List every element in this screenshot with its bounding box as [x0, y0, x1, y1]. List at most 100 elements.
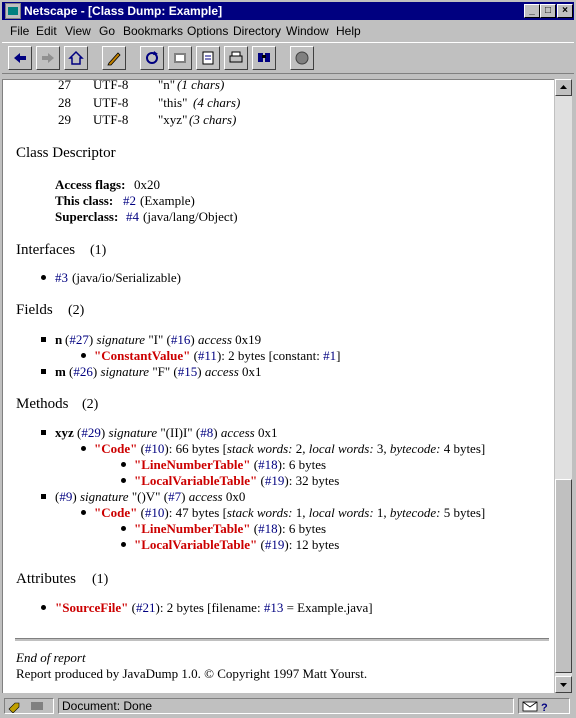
code-ref-link[interactable]: #10	[145, 441, 165, 456]
home-icon[interactable]	[64, 46, 88, 70]
methods-count: (2)	[82, 397, 99, 412]
const-chars: (4 chars)	[193, 95, 241, 110]
field-signature: "I"	[148, 332, 164, 347]
code-ref-link[interactable]: #10	[145, 505, 165, 520]
bytecode-label: bytecode:	[389, 505, 441, 520]
stack-label: stack words:	[226, 505, 293, 520]
browser-window: Netscape - [Class Dump: Example] _ □ × F…	[0, 0, 576, 718]
status-bar: Document: Done ?	[2, 697, 574, 716]
interfaces-heading: Interfaces	[16, 242, 76, 258]
signature-link[interactable]: #15	[178, 364, 198, 379]
const-chars: (3 chars)	[189, 112, 237, 127]
field-ref-link[interactable]: #27	[69, 332, 89, 347]
end-of-report: End of report	[16, 650, 86, 665]
interface-link[interactable]: #3	[55, 270, 68, 286]
signature-label: signature	[79, 489, 129, 504]
menu-file[interactable]: File	[10, 24, 29, 38]
menu-go[interactable]: Go	[99, 24, 115, 38]
lnt-bytes: : 6 bytes	[281, 457, 327, 472]
field-access: 0x1	[242, 364, 262, 379]
const-num: 28	[58, 95, 71, 110]
print-icon[interactable]	[224, 46, 248, 70]
method-signature: "()V"	[131, 489, 161, 504]
access-label: access	[188, 489, 223, 504]
menu-directory[interactable]: Directory	[233, 24, 281, 38]
field-signature: "F"	[152, 364, 171, 379]
fields-heading: Fields	[16, 302, 53, 318]
mail-icon[interactable]: ?	[518, 698, 570, 714]
const-type: UTF-8	[93, 79, 129, 92]
lvt-bytes: : 32 bytes	[288, 473, 340, 488]
lnt-ref-link[interactable]: #18	[258, 457, 278, 472]
signature-link[interactable]: #16	[171, 332, 191, 347]
menu-bookmarks[interactable]: Bookmarks	[123, 24, 183, 38]
menu-window[interactable]: Window	[286, 24, 329, 38]
menu-edit[interactable]: Edit	[36, 24, 57, 38]
toolbar	[2, 42, 574, 74]
superclass-name: (java/lang/Object)	[143, 209, 238, 224]
menu-help[interactable]: Help	[336, 24, 361, 38]
signature-link[interactable]: #7	[168, 489, 181, 504]
square-bullet	[41, 494, 46, 499]
reload-icon[interactable]	[140, 46, 164, 70]
lnt-ref-link[interactable]: #18	[258, 521, 278, 536]
const-type: UTF-8	[93, 112, 129, 127]
code-bytes: : 47 bytes [	[168, 505, 227, 520]
edit-icon[interactable]	[102, 46, 126, 70]
code-attr: "Code"	[94, 505, 138, 520]
menu-options[interactable]: Options	[187, 24, 228, 38]
method-access: 0x1	[258, 425, 278, 440]
this-class-link[interactable]: #2	[123, 193, 136, 209]
access-label: access	[204, 364, 239, 379]
localvariabletable-attr: "LocalVariableTable"	[134, 473, 258, 488]
attr-ref-link[interactable]: #11	[198, 348, 217, 363]
vertical-scrollbar[interactable]	[555, 79, 572, 693]
minimize-button[interactable]: _	[524, 4, 540, 18]
open-icon[interactable]	[196, 46, 220, 70]
close-button[interactable]: ×	[557, 4, 573, 18]
scroll-down-button[interactable]	[555, 676, 572, 693]
lvt-ref-link[interactable]: #19	[265, 473, 285, 488]
netscape-icon[interactable]	[5, 3, 21, 19]
bullet	[121, 526, 126, 531]
attr-ref-link[interactable]: #21	[136, 600, 156, 615]
signature-label: signature	[100, 364, 150, 379]
bullet	[121, 542, 126, 547]
filename-link[interactable]: #13	[264, 600, 284, 615]
maximize-button[interactable]: □	[540, 4, 556, 18]
back-icon[interactable]	[8, 46, 32, 70]
method-ref-link[interactable]: #9	[59, 489, 72, 504]
lvt-bytes: : 12 bytes	[288, 537, 340, 552]
localvariabletable-attr: "LocalVariableTable"	[134, 537, 258, 552]
interface-name: (java/io/Serializable)	[72, 270, 182, 285]
forward-icon[interactable]	[36, 46, 60, 70]
fields-count: (2)	[68, 303, 85, 318]
class-descriptor-heading: Class Descriptor	[16, 145, 116, 161]
attributes-count: (1)	[92, 572, 109, 587]
images-icon[interactable]	[168, 46, 192, 70]
stack-value: 2,	[295, 441, 306, 456]
const-value: "this"	[158, 95, 188, 110]
scroll-up-button[interactable]	[555, 79, 572, 96]
find-icon[interactable]	[252, 46, 276, 70]
stack-value: 1,	[295, 505, 306, 520]
const-value: "n"	[158, 79, 176, 92]
interfaces-count: (1)	[90, 243, 107, 258]
lvt-ref-link[interactable]: #19	[265, 537, 285, 552]
square-bullet	[41, 430, 46, 435]
scroll-thumb[interactable]	[555, 479, 572, 673]
superclass-link[interactable]: #4	[126, 209, 139, 225]
method-ref-link[interactable]: #29	[81, 425, 101, 440]
stack-label: stack words:	[226, 441, 293, 456]
stop-icon[interactable]	[290, 46, 314, 70]
const-chars: (1 chars)	[177, 79, 225, 92]
field-ref-link[interactable]: #26	[73, 364, 93, 379]
signature-link[interactable]: #8	[200, 425, 213, 440]
bullet	[41, 605, 46, 610]
menu-view[interactable]: View	[65, 24, 91, 38]
security-key-icon[interactable]	[4, 698, 54, 714]
field-name: n	[55, 332, 63, 347]
attr-end: = Example.java]	[286, 600, 373, 615]
const-num: 29	[58, 112, 71, 127]
constant-link[interactable]: #1	[323, 348, 336, 363]
